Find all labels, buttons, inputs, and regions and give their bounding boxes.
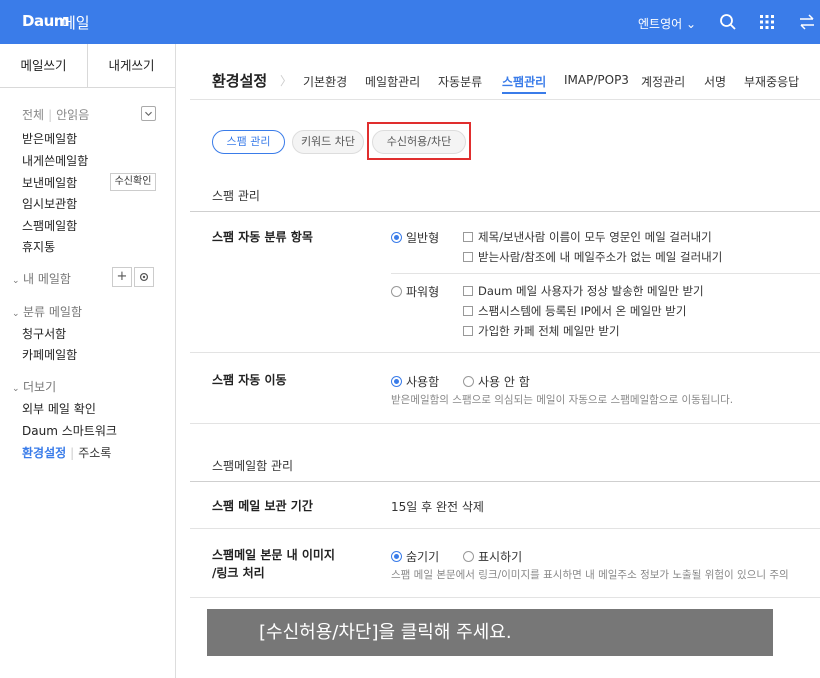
image-link-description: 스팸 메일 본문에서 링크/이미지를 표시하면 내 메일주소 정보가 노출될 위… [391, 569, 789, 581]
settings-link[interactable]: 환경설정 [22, 446, 66, 460]
checkbox-icon [463, 252, 473, 262]
radio-power[interactable]: 파워형 [391, 283, 439, 300]
chevron-down-icon: ⌄ [12, 309, 20, 319]
checkbox-icon [463, 286, 473, 296]
divider [190, 352, 820, 353]
auto-move-description: 받은메일함의 스팸으로 의심되는 메일이 자동으로 스팸메일함으로 이동됩니다. [391, 394, 734, 406]
sidebar-item-cafe[interactable]: 카페메일함 [22, 346, 77, 363]
highlight-box [367, 122, 471, 160]
radio-use[interactable]: 사용함 [391, 373, 439, 390]
divider [190, 481, 820, 482]
swap-icon[interactable] [797, 13, 817, 31]
auto-classify-label: 스팸 자동 분류 항목 [212, 230, 313, 244]
search-icon[interactable] [718, 12, 738, 32]
radio-selected-icon [391, 232, 402, 243]
keyword-block-pill[interactable]: 키워드 차단 [292, 130, 364, 154]
gear-icon[interactable] [134, 267, 154, 287]
sidebar-item-trash[interactable]: 휴지통 [22, 238, 55, 255]
checkbox-cafe-only[interactable]: 가입한 카페 전체 메일만 받기 [463, 323, 620, 339]
divider [190, 211, 820, 212]
sidebar-item-external-mail[interactable]: 외부 메일 확인 [22, 400, 96, 417]
page-title: 환경설정 [212, 72, 268, 90]
contacts-link[interactable]: 주소록 [78, 446, 111, 460]
auto-move-label: 스팸 자동 이동 [212, 373, 287, 387]
radio-selected-icon [391, 551, 402, 562]
divider [190, 99, 820, 100]
tab-account-manage[interactable]: 계정관리 [641, 73, 685, 90]
filter-unread[interactable]: 안읽음 [56, 108, 89, 122]
compose-tabs: 메일쓰기 내게쓰기 [0, 44, 175, 88]
divider [190, 597, 820, 598]
sidebar-item-spam[interactable]: 스팸메일함 [22, 217, 77, 234]
retention-value: 15일 후 완전 삭제 [391, 500, 484, 514]
spam-manage-pill[interactable]: 스팸 관리 [212, 130, 285, 154]
instruction-banner: [수신허용/차단]을 클릭해 주세요. [207, 609, 773, 656]
radio-normal[interactable]: 일반형 [391, 229, 439, 246]
tab-mailbox-manage[interactable]: 메일함관리 [365, 73, 420, 90]
checkbox-registered-ip[interactable]: 스팸시스템에 등록된 IP에서 온 메일만 받기 [463, 303, 686, 319]
chevron-down-icon: ⌄ [12, 276, 20, 286]
checkbox-icon [463, 306, 473, 316]
tab-signature[interactable]: 서명 [704, 73, 726, 90]
apps-grid-icon[interactable] [758, 13, 776, 31]
chevron-down-icon: ⌄ [12, 384, 20, 394]
chevron-right-icon: 〉 [280, 74, 293, 88]
write-to-me-button[interactable]: 내게쓰기 [87, 44, 175, 87]
radio-selected-icon [391, 376, 402, 387]
more-group[interactable]: ⌄ 더보기 [12, 378, 56, 395]
radio-icon [391, 286, 402, 297]
compose-button[interactable]: 메일쓰기 [0, 44, 87, 87]
divider [190, 423, 820, 424]
section-title-spam: 스팸 관리 [212, 189, 260, 203]
checkbox-icon [463, 326, 473, 336]
category-mailbox-group[interactable]: ⌄ 분류 메일함 [12, 303, 82, 320]
top-bar: Daum 메일 엔트영어 ⌄ [0, 0, 820, 44]
image-link-label: 스팸메일 본문 내 이미지 /링크 처리 [212, 548, 335, 580]
radio-icon [463, 551, 474, 562]
mail-filter: 전체 | 안읽음 [22, 108, 90, 122]
tab-auto-classify[interactable]: 자동분류 [438, 73, 482, 90]
language-selector[interactable]: 엔트영어 ⌄ [638, 15, 696, 32]
sidebar-item-drafts[interactable]: 임시보관함 [22, 195, 77, 212]
add-mailbox-button[interactable]: + [112, 267, 132, 287]
checkbox-icon [463, 232, 473, 242]
sidebar-item-smartwork[interactable]: Daum 스마트워크 [22, 422, 117, 439]
radio-show[interactable]: 표시하기 [463, 548, 522, 565]
sidebar-bottom-links: 환경설정 | 주소록 [22, 446, 112, 460]
section-title-spambox: 스팸메일함 관리 [212, 459, 294, 473]
read-receipt-button[interactable]: 수신확인 [110, 173, 156, 191]
checkbox-daum-only[interactable]: Daum 메일 사용자가 정상 발송한 메일만 받기 [463, 283, 704, 299]
tab-auto-reply[interactable]: 부재중응답 [744, 73, 799, 90]
filter-all[interactable]: 전체 [22, 108, 44, 122]
retention-label: 스팸 메일 보관 기간 [212, 499, 313, 513]
radio-no-use[interactable]: 사용 안 함 [463, 373, 530, 390]
tab-basic[interactable]: 기본환경 [303, 73, 347, 90]
sidebar-item-inbox[interactable]: 받은메일함 [22, 130, 77, 147]
divider [391, 273, 820, 274]
sidebar-item-sent[interactable]: 보낸메일함 [22, 174, 77, 191]
tab-imap-pop3[interactable]: IMAP/POP3 [564, 73, 629, 87]
app-name[interactable]: 메일 [62, 12, 90, 33]
chevron-down-icon[interactable] [141, 106, 156, 121]
divider [190, 528, 820, 529]
tab-spam-manage[interactable]: 스팸관리 [502, 73, 547, 94]
sidebar-item-sent-to-me[interactable]: 내게쓴메일함 [22, 152, 88, 169]
radio-icon [463, 376, 474, 387]
checkbox-no-my-address[interactable]: 받는사람/참조에 내 메일주소가 없는 메일 걸러내기 [463, 249, 722, 265]
radio-hide[interactable]: 숨기기 [391, 548, 439, 565]
sidebar-item-bills[interactable]: 청구서함 [22, 325, 66, 342]
my-mailbox-group[interactable]: ⌄ 내 메일함 [12, 270, 71, 287]
checkbox-english-only[interactable]: 제목/보낸사람 이름이 모두 영문인 메일 걸러내기 [463, 229, 712, 245]
sidebar: 메일쓰기 내게쓰기 전체 | 안읽음 받은메일함 내게쓴메일함 보낸메일함 수신확인… [0, 44, 176, 678]
